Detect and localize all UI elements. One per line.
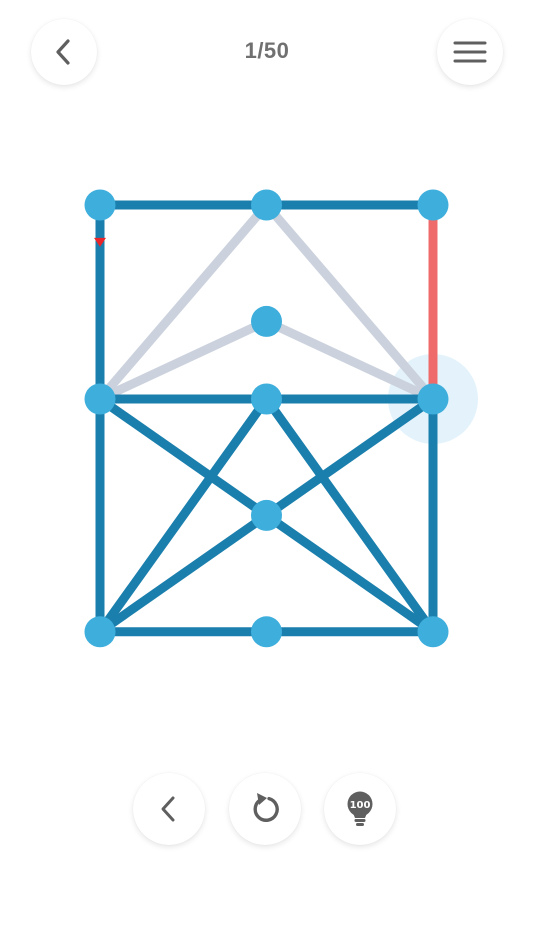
edge-undrawn-n2-n5[interactable]: [96, 202, 270, 402]
chevron-left-icon: [161, 796, 175, 822]
node-n3[interactable]: [417, 189, 449, 221]
node-n5[interactable]: [84, 383, 116, 415]
node-n6[interactable]: [251, 383, 282, 415]
edge-undrawn-n5-n4[interactable]: [98, 317, 269, 404]
edge-drawn-n5-n8[interactable]: [97, 395, 270, 520]
hint-button[interactable]: 100: [324, 773, 396, 845]
edge-drawn-n7-n8[interactable]: [263, 395, 436, 520]
edge-drawn-n8-n11[interactable]: [263, 511, 436, 636]
previous-level-button[interactable]: [133, 773, 205, 845]
edge-drawn-n6-n9[interactable]: [96, 396, 271, 635]
edge-undrawn-n2-n7[interactable]: [263, 202, 437, 402]
node-n9[interactable]: [84, 616, 116, 648]
node-n2[interactable]: [251, 189, 282, 221]
node-n7[interactable]: [417, 383, 449, 415]
node-n4[interactable]: [251, 305, 282, 337]
node-n8[interactable]: [251, 499, 282, 531]
hint-cost-label: 100: [350, 800, 371, 811]
node-n11[interactable]: [417, 616, 449, 648]
restart-button[interactable]: [229, 773, 301, 845]
restart-icon: [253, 793, 279, 822]
edge-drawn-n8-n9[interactable]: [97, 511, 270, 636]
lightbulb-icon: 100: [347, 791, 373, 826]
edge-undrawn-n4-n7[interactable]: [264, 317, 435, 404]
node-n1[interactable]: [84, 189, 116, 221]
node-n10[interactable]: [251, 616, 282, 648]
